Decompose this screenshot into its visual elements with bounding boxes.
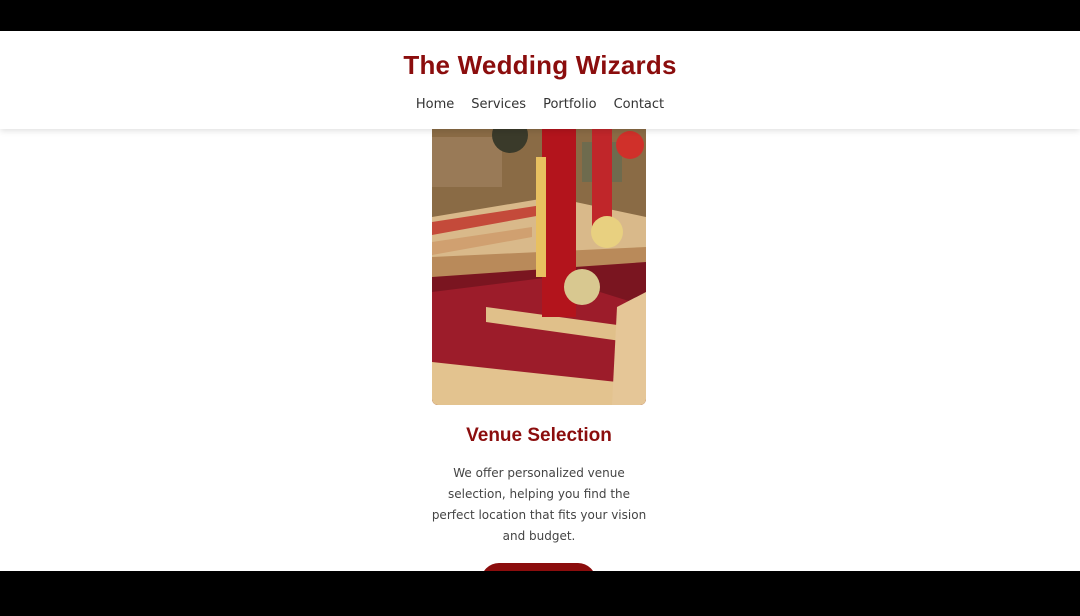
- service-description: We offer personalized venue selection, h…: [431, 466, 647, 543]
- service-action-button[interactable]: [481, 563, 596, 571]
- site-header: The Wedding Wizards Home Services Portfo…: [0, 31, 1080, 129]
- service-title: Venue Selection: [466, 425, 612, 446]
- letterbox-top: [0, 0, 1080, 31]
- nav-portfolio[interactable]: Portfolio: [543, 97, 596, 112]
- browser-viewport: Venue Selection We offer personalized ve…: [0, 31, 1080, 571]
- letterbox-bottom: [0, 571, 1080, 616]
- nav-contact[interactable]: Contact: [614, 97, 665, 112]
- main-nav: Home Services Portfolio Contact: [0, 97, 1080, 112]
- site-title: The Wedding Wizards: [403, 50, 677, 80]
- venue-image: [432, 127, 646, 405]
- nav-services[interactable]: Services: [471, 97, 526, 112]
- nav-home[interactable]: Home: [416, 97, 454, 112]
